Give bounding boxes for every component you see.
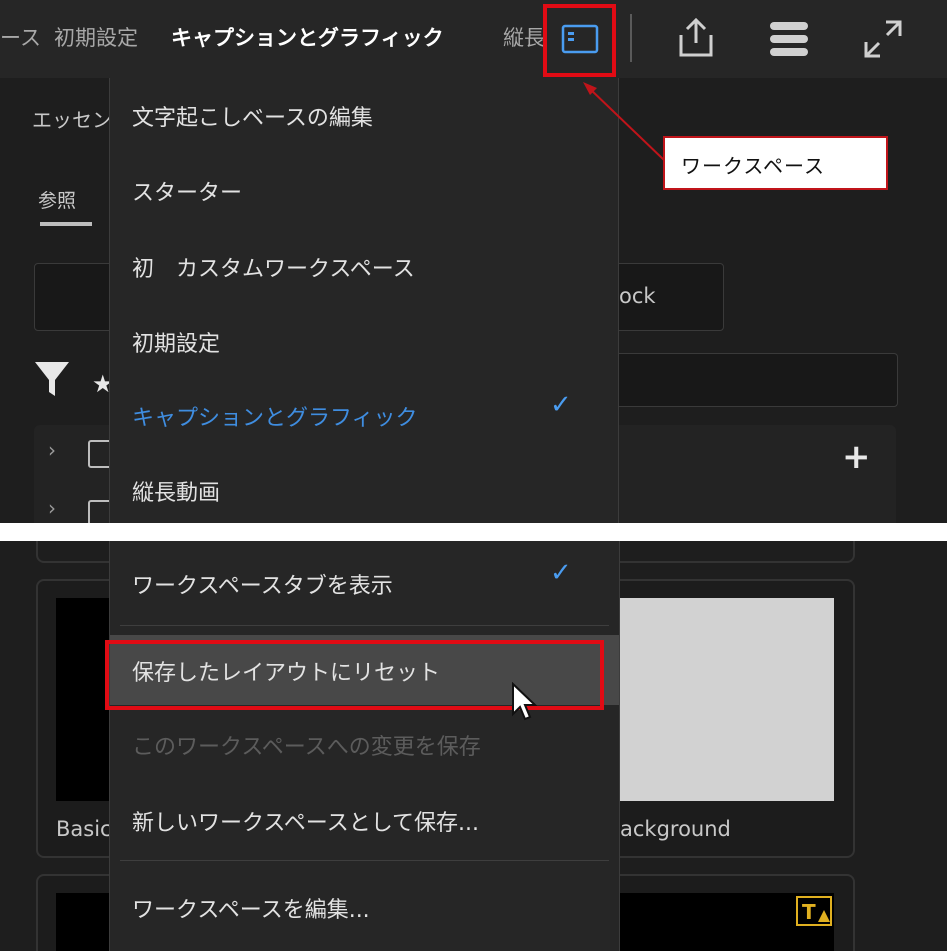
template-thumbnail-left-2[interactable] [56, 893, 116, 951]
menu-item-show-workspace-tabs[interactable]: ワークスペースタブを表示 [132, 568, 393, 600]
template-label-left: Basic [56, 817, 112, 841]
mouse-cursor-icon [511, 681, 538, 728]
bottom-screenshot-panel: Basic ackground T ワークスペースタブを表示 ✓ 保存したレイア… [0, 541, 947, 951]
menu-item-save-changes: このワークスペースへの変更を保存 [132, 735, 481, 760]
annotation-callout: ワークスペース [663, 136, 888, 190]
checkmark-icon-tabs: ✓ [550, 558, 572, 588]
menu-item-edit-workspaces[interactable]: ワークスペースを編集... [132, 892, 370, 924]
annotation-arrow [583, 82, 665, 161]
workspace-dropdown-menu-lower: ワークスペースタブを表示 ✓ 保存したレイアウトにリセット このワークスペースへ… [109, 541, 620, 951]
menu-item-save-as-new[interactable]: 新しいワークスペースとして保存... [132, 805, 479, 837]
font-warning-icon: T [796, 896, 832, 930]
svg-text:T: T [802, 900, 816, 924]
template-thumbnail-right[interactable] [620, 598, 834, 801]
menu-separator [120, 625, 609, 626]
menu-separator-2 [120, 860, 609, 861]
template-label-right: ackground [620, 817, 731, 841]
callout-label: ワークスペース [681, 154, 825, 178]
top-screenshot-panel: エッセン 参照 ock ★ › › + ース 初期設定 キャプションとグラフィッ… [0, 0, 947, 523]
